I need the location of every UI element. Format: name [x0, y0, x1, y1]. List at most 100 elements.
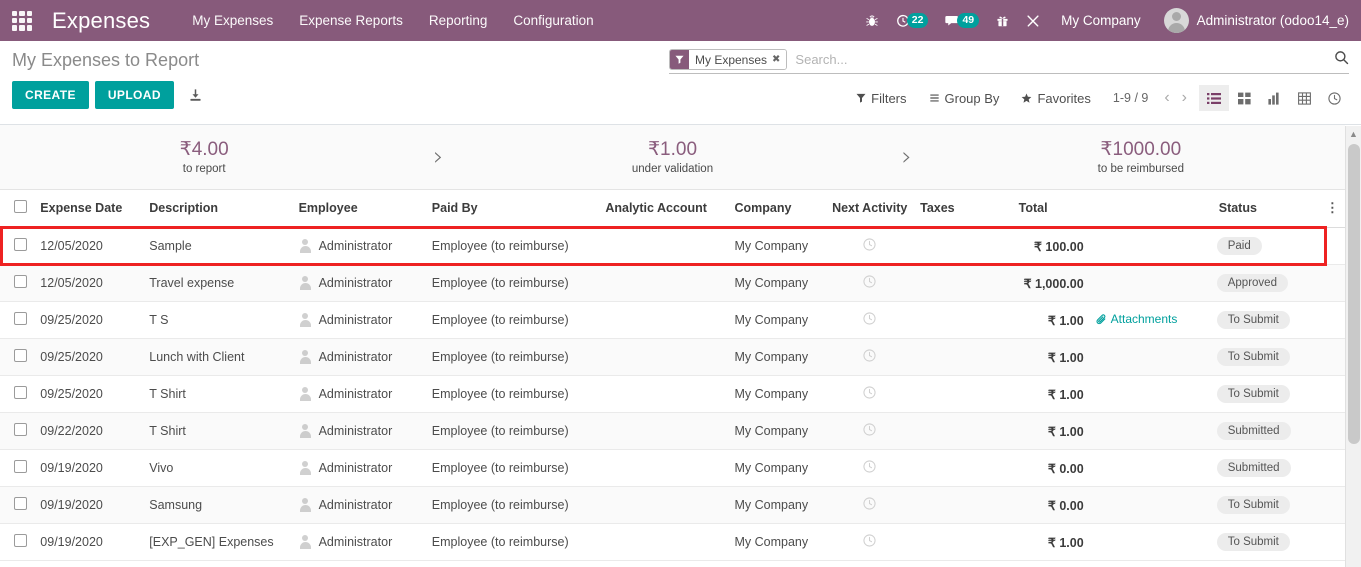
scroll-up-icon[interactable]: ▲	[1346, 126, 1361, 142]
row-checkbox[interactable]	[14, 275, 27, 288]
bug-icon[interactable]	[865, 14, 879, 28]
tools-icon[interactable]	[1026, 14, 1040, 28]
menu-item-expense-reports[interactable]: Expense Reports	[299, 13, 403, 28]
table-row[interactable]: 09/25/2020 T S Administrator Employee (to r…	[0, 301, 1345, 339]
attachments-link[interactable]: Attachments	[1096, 312, 1177, 326]
row-checkbox[interactable]	[14, 386, 27, 399]
column-employee[interactable]: Employee	[292, 190, 426, 228]
column-next-activity[interactable]: Next Activity	[825, 190, 915, 228]
cell-next-activity[interactable]	[825, 264, 915, 302]
menu-item-reporting[interactable]: Reporting	[429, 13, 488, 28]
row-checkbox[interactable]	[14, 312, 27, 325]
row-checkbox[interactable]	[14, 238, 27, 251]
cell-description[interactable]: Samsung	[143, 486, 293, 524]
cell-status[interactable]: Submitted	[1210, 412, 1320, 450]
clock-icon[interactable]	[863, 312, 876, 328]
cell-status[interactable]: Paid	[1210, 227, 1320, 265]
column-analytic-account[interactable]: Analytic Account	[599, 190, 729, 228]
cell-company[interactable]: My Company	[728, 449, 826, 487]
filters-dropdown[interactable]: Filters	[856, 91, 907, 106]
cell-status[interactable]: Approved	[1210, 264, 1320, 302]
cell-next-activity[interactable]	[825, 375, 915, 413]
cell-total[interactable]: ₹ 1.00	[978, 338, 1090, 376]
cell-taxes[interactable]	[914, 264, 979, 302]
activity-view-button[interactable]	[1319, 85, 1349, 111]
cell-status[interactable]: To Submit	[1210, 486, 1320, 524]
stat-under-validation[interactable]: ₹1.00 under validation	[468, 139, 876, 175]
cell-expense-date[interactable]: 09/25/2020	[34, 375, 144, 413]
cell-description[interactable]: T Shirt	[143, 412, 293, 450]
cell-taxes[interactable]	[914, 227, 979, 265]
cell-paid-by[interactable]: Employee (to reimburse)	[425, 523, 600, 561]
company-switcher[interactable]: My Company	[1061, 13, 1141, 28]
cell-analytic-account[interactable]	[599, 523, 729, 561]
cell-taxes[interactable]	[914, 412, 979, 450]
clock-icon[interactable]	[863, 238, 876, 254]
cell-company[interactable]: My Company	[728, 486, 826, 524]
cell-next-activity[interactable]	[825, 338, 915, 376]
cell-company[interactable]: My Company	[728, 412, 826, 450]
cell-total[interactable]: ₹ 0.00	[978, 486, 1090, 524]
cell-status[interactable]: Submitted	[1210, 449, 1320, 487]
cell-next-activity[interactable]	[825, 449, 915, 487]
column-paid-by[interactable]: Paid By	[425, 190, 600, 228]
cell-description[interactable]: Lunch with Client	[143, 338, 293, 376]
search-facet-my-expenses[interactable]: My Expenses ✖	[669, 49, 788, 70]
cell-total[interactable]: ₹ 1,000.00	[978, 264, 1090, 302]
cell-status[interactable]: To Submit	[1210, 523, 1320, 561]
clock-icon[interactable]	[863, 497, 876, 513]
cell-employee[interactable]: Administrator	[292, 264, 426, 302]
row-checkbox[interactable]	[14, 349, 27, 362]
cell-paid-by[interactable]: Employee (to reimburse)	[425, 412, 600, 450]
chevron-left-icon[interactable]: ‹	[1158, 89, 1175, 107]
cell-next-activity[interactable]	[825, 227, 915, 265]
cell-expense-date[interactable]: 09/19/2020	[34, 449, 144, 487]
kanban-view-button[interactable]	[1229, 85, 1259, 111]
cell-analytic-account[interactable]	[599, 264, 729, 302]
cell-next-activity[interactable]	[825, 412, 915, 450]
remove-facet-icon[interactable]: ✖	[772, 54, 780, 65]
column-total[interactable]: Total	[978, 190, 1090, 228]
cell-description[interactable]: Sample	[143, 227, 293, 265]
cell-paid-by[interactable]: Employee (to reimburse)	[425, 375, 600, 413]
cell-description[interactable]: Vivo	[143, 449, 293, 487]
menu-item-my-expenses[interactable]: My Expenses	[192, 13, 273, 28]
table-row[interactable]: 12/05/2020 Travel expense Administrator Emp…	[0, 264, 1345, 302]
cell-total[interactable]: ₹ 1.00	[978, 301, 1090, 339]
stat-to-be-reimbursed[interactable]: ₹1000.00 to be reimbursed	[937, 139, 1345, 175]
cell-description[interactable]: Travel expense	[143, 264, 293, 302]
cell-employee[interactable]: Administrator	[292, 375, 426, 413]
row-checkbox[interactable]	[14, 460, 27, 473]
cell-taxes[interactable]	[914, 449, 979, 487]
cell-total[interactable]: ₹ 1.00	[978, 523, 1090, 561]
favorites-dropdown[interactable]: Favorites	[1021, 91, 1091, 106]
pivot-view-button[interactable]	[1289, 85, 1319, 111]
app-brand-title[interactable]: Expenses	[52, 8, 150, 34]
cell-status[interactable]: To Submit	[1210, 301, 1320, 339]
list-view-button[interactable]	[1199, 85, 1229, 111]
chevron-right-icon[interactable]: ›	[1176, 89, 1193, 107]
cell-expense-date[interactable]: 09/25/2020	[34, 338, 144, 376]
cell-taxes[interactable]	[914, 301, 979, 339]
cell-analytic-account[interactable]	[599, 375, 729, 413]
cell-total[interactable]: ₹ 0.00	[978, 449, 1090, 487]
row-checkbox[interactable]	[14, 423, 27, 436]
cell-company[interactable]: My Company	[728, 264, 826, 302]
cell-expense-date[interactable]: 09/19/2020	[34, 486, 144, 524]
cell-employee[interactable]: Administrator	[292, 523, 426, 561]
search-facet-label[interactable]: My Expenses ✖	[689, 50, 787, 69]
user-menu[interactable]: Administrator (odoo14_e)	[1163, 8, 1349, 33]
cell-analytic-account[interactable]	[599, 449, 729, 487]
activity-clock-icon[interactable]: 22	[896, 12, 929, 29]
cell-description[interactable]: T S	[143, 301, 293, 339]
cell-analytic-account[interactable]	[599, 227, 729, 265]
cell-company[interactable]: My Company	[728, 227, 826, 265]
cell-expense-date[interactable]: 09/19/2020	[34, 523, 144, 561]
checkbox-icon[interactable]	[14, 200, 27, 213]
cell-total[interactable]: ₹ 100.00	[978, 227, 1090, 265]
cell-company[interactable]: My Company	[728, 338, 826, 376]
cell-company[interactable]: My Company	[728, 301, 826, 339]
cell-next-activity[interactable]	[825, 301, 915, 339]
cell-paid-by[interactable]: Employee (to reimburse)	[425, 449, 600, 487]
cell-paid-by[interactable]: Employee (to reimburse)	[425, 338, 600, 376]
